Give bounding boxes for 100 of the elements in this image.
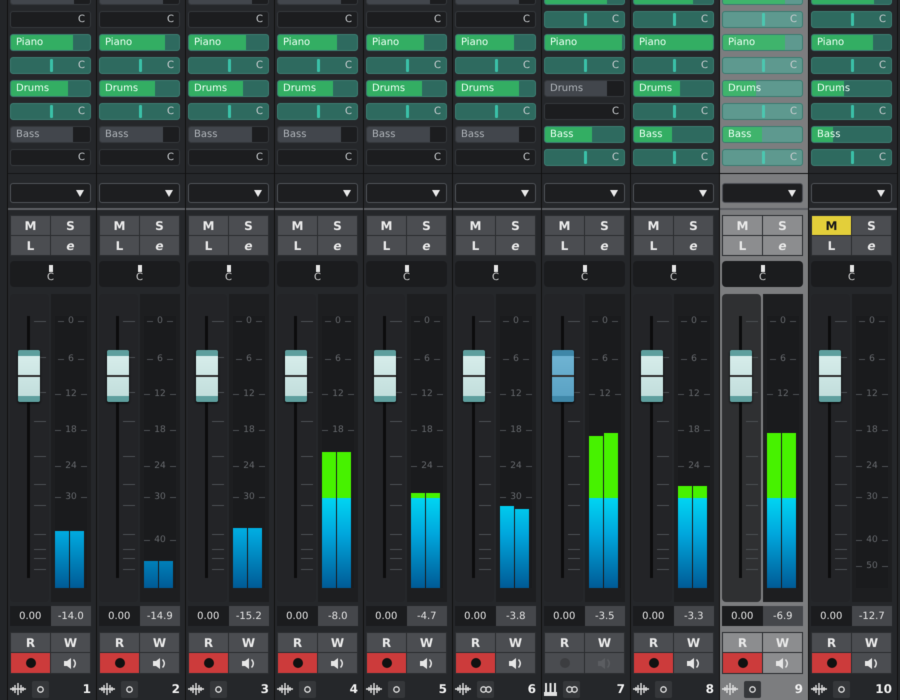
mute-button[interactable]: M	[545, 216, 584, 235]
volume-value[interactable]: 0.00	[188, 606, 228, 626]
channel-config-button[interactable]	[121, 680, 138, 698]
volume-value[interactable]: 0.00	[366, 606, 406, 626]
record-button[interactable]	[367, 653, 406, 673]
send-slot[interactable]: Drums	[544, 80, 625, 97]
send-slot[interactable]	[188, 0, 269, 5]
monitor-button[interactable]	[407, 653, 446, 673]
send-slot[interactable]	[544, 0, 625, 5]
send-pan-slider[interactable]: C	[277, 11, 358, 28]
channel-config-button[interactable]	[833, 680, 850, 698]
send-slot[interactable]: Bass	[455, 126, 536, 143]
channel-config-button[interactable]	[563, 680, 580, 698]
routing-dropdown[interactable]	[544, 183, 625, 203]
pan-thumb[interactable]	[406, 59, 408, 72]
mute-button[interactable]: M	[812, 216, 851, 235]
peak-value[interactable]: -3.8	[496, 606, 536, 626]
edit-button[interactable]: e	[407, 236, 446, 255]
pan-control[interactable]: C	[10, 261, 91, 287]
pan-control[interactable]: C	[188, 261, 269, 287]
send-pan-slider[interactable]: C	[544, 103, 625, 120]
solo-button[interactable]: S	[407, 216, 446, 235]
send-pan-slider[interactable]: C	[99, 57, 180, 74]
send-slot[interactable]	[10, 0, 91, 5]
fader-handle[interactable]	[730, 350, 752, 402]
monitor-button[interactable]	[674, 653, 713, 673]
peak-value[interactable]: -4.7	[406, 606, 447, 626]
fader-handle[interactable]	[641, 350, 663, 402]
pan-control[interactable]: C	[633, 261, 714, 287]
send-slot[interactable]	[277, 0, 358, 5]
pan-thumb[interactable]	[228, 59, 230, 72]
pan-thumb[interactable]	[50, 59, 52, 72]
send-slot[interactable]: Bass	[277, 126, 358, 143]
write-button[interactable]: W	[318, 633, 357, 652]
send-pan-slider[interactable]: C	[277, 149, 358, 166]
edit-button[interactable]: e	[674, 236, 713, 255]
channel-config-button[interactable]	[477, 680, 494, 698]
mute-button[interactable]: M	[11, 216, 50, 235]
pan-thumb[interactable]	[672, 105, 676, 118]
pan-thumb[interactable]	[584, 13, 586, 26]
send-pan-slider[interactable]: C	[633, 57, 714, 74]
mute-button[interactable]: M	[456, 216, 495, 235]
send-slot[interactable]	[633, 0, 714, 5]
pan-thumb[interactable]	[672, 59, 676, 72]
peak-value[interactable]: -14.0	[50, 606, 91, 626]
pan-control[interactable]: C	[811, 261, 892, 287]
write-button[interactable]: W	[585, 633, 624, 652]
write-button[interactable]: W	[852, 633, 891, 652]
edit-button[interactable]: e	[318, 236, 357, 255]
send-pan-slider[interactable]: C	[633, 149, 714, 166]
send-pan-slider[interactable]: C	[188, 11, 269, 28]
volume-value[interactable]: 0.00	[277, 606, 318, 626]
volume-value[interactable]: 0.00	[99, 606, 140, 626]
send-pan-slider[interactable]: C	[455, 149, 536, 166]
send-pan-slider[interactable]: C	[544, 11, 625, 28]
listen-button[interactable]: L	[100, 236, 139, 255]
read-button[interactable]: R	[100, 633, 139, 652]
read-button[interactable]: R	[367, 633, 406, 652]
send-slot[interactable]: Bass	[188, 126, 269, 143]
pan-control[interactable]: C	[366, 261, 447, 287]
peak-value[interactable]: -6.9	[762, 606, 803, 626]
record-button[interactable]	[456, 653, 495, 673]
send-pan-slider[interactable]: C	[633, 103, 714, 120]
volume-value[interactable]: 0.00	[544, 606, 584, 626]
send-slot[interactable]	[722, 0, 803, 5]
peak-value[interactable]: -8.0	[318, 606, 358, 626]
write-button[interactable]: W	[496, 633, 535, 652]
read-button[interactable]: R	[812, 633, 851, 652]
monitor-button[interactable]	[852, 653, 891, 673]
pan-thumb[interactable]	[494, 105, 498, 118]
routing-dropdown[interactable]	[366, 183, 447, 203]
pan-control[interactable]: C	[722, 261, 803, 287]
listen-button[interactable]: L	[456, 236, 495, 255]
edit-button[interactable]: e	[496, 236, 535, 255]
send-pan-slider[interactable]: C	[366, 11, 447, 28]
channel-config-button[interactable]	[210, 680, 227, 698]
pan-thumb[interactable]	[762, 105, 764, 118]
send-pan-slider[interactable]: C	[10, 11, 91, 28]
peak-value[interactable]: -3.5	[584, 606, 625, 626]
read-button[interactable]: R	[189, 633, 228, 652]
edit-button[interactable]: e	[229, 236, 268, 255]
pan-thumb[interactable]	[762, 151, 764, 164]
listen-button[interactable]: L	[278, 236, 317, 255]
read-button[interactable]: R	[278, 633, 317, 652]
volume-value[interactable]: 0.00	[811, 606, 852, 626]
edit-button[interactable]: e	[852, 236, 891, 255]
pan-thumb[interactable]	[850, 105, 854, 118]
pan-thumb[interactable]	[672, 13, 676, 26]
channel-config-button[interactable]	[655, 680, 672, 698]
send-pan-slider[interactable]: C	[811, 11, 892, 28]
send-pan-slider[interactable]: C	[633, 11, 714, 28]
send-pan-slider[interactable]: C	[811, 103, 892, 120]
listen-button[interactable]: L	[11, 236, 50, 255]
send-slot[interactable]: Bass	[99, 126, 180, 143]
record-button[interactable]	[634, 653, 673, 673]
send-pan-slider[interactable]: C	[188, 149, 269, 166]
mute-button[interactable]: M	[189, 216, 228, 235]
send-pan-slider[interactable]: C	[366, 149, 447, 166]
solo-button[interactable]: S	[51, 216, 90, 235]
send-slot[interactable]: Bass	[366, 126, 447, 143]
